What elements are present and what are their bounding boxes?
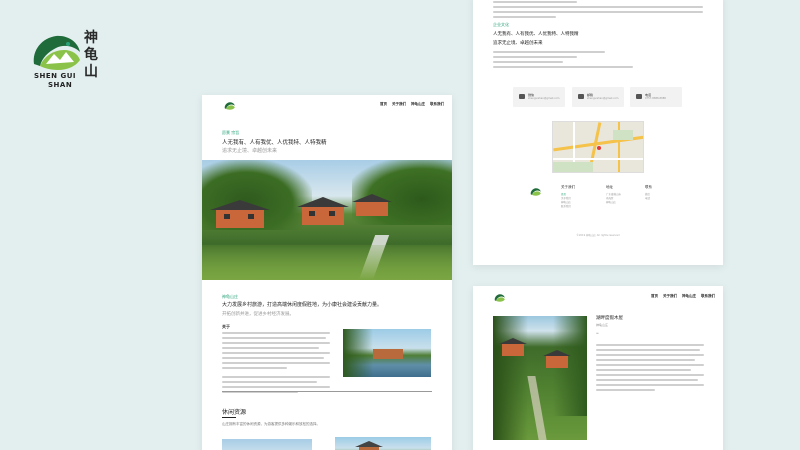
- detail-title: 湖畔度假木屋: [596, 316, 623, 321]
- leisure-photo-1: [222, 439, 312, 450]
- vision-headline: 人无我有、人有我优、人优我特、人特我精: [222, 140, 327, 146]
- footer-col-address: 地址 广东省佛山市 南海区 神龟山庄: [606, 185, 622, 204]
- leisure-photo-2: [335, 437, 431, 450]
- hero-photo: [202, 160, 452, 280]
- nav-contact[interactable]: 联系我们: [701, 294, 715, 299]
- contact-card-phone[interactable]: 电话 0757-8888-8888: [630, 87, 682, 107]
- nav-about[interactable]: 关于我们: [392, 102, 406, 107]
- detail-quote-icon: ❝: [596, 332, 599, 338]
- culture-headline-2: 追求无止境、卓越创未来: [493, 41, 543, 46]
- logo-text-line1: SHEN GUI: [34, 72, 77, 80]
- logo-mark-icon: [33, 35, 80, 70]
- contact-card-mail[interactable]: 邮箱 shenguishan@gmail.com: [572, 87, 624, 107]
- mini-logo-icon: [494, 294, 505, 302]
- homepage-mockup: 首页 关于我们 神龟山庄 联系我们 愿景 宗旨 人无我有、人有我优、人优我特、人…: [202, 95, 452, 450]
- nav-home[interactable]: 首页: [380, 102, 387, 107]
- culture-text-block: [493, 51, 633, 71]
- top-nav: 首页 关于我们 神龟山庄 联系我们: [380, 102, 444, 107]
- top-nav: 首页 关于我们 神龟山庄 联系我们: [651, 294, 715, 299]
- detail-text-block: [596, 344, 704, 394]
- intro-text-block: [493, 1, 703, 21]
- detail-subtitle: 神龟山庄: [596, 323, 609, 327]
- cabin-detail-mockup: 首页 关于我们 神龟山庄 联系我们 湖畔度假木屋 神龟山庄 ❝: [473, 286, 723, 450]
- logo-text-line2: SHAN: [48, 81, 73, 89]
- cabin-1: [210, 200, 270, 228]
- phone-icon: [636, 94, 642, 99]
- nav-contact[interactable]: 联系我们: [430, 102, 444, 107]
- map-pin-icon: [597, 146, 601, 150]
- about-text-block: [222, 332, 330, 396]
- resort-headline: 大力发展乡村旅游，打造高端休闲度假胜地，为小康社会建设贡献力量。: [222, 302, 383, 308]
- brand-logo[interactable]: 神龟山 SHEN GUI SHAN: [22, 26, 112, 96]
- contact-card-chat[interactable]: 微信 shenguishan@gmail.com: [513, 87, 565, 107]
- location-map[interactable]: [552, 121, 644, 173]
- footer-logo-icon: [530, 188, 541, 196]
- footer-col-about: 关于我们 首页 关于我们 神龟山庄 联系我们: [561, 185, 575, 208]
- lake-cabin-photo: [343, 329, 431, 377]
- nav-home[interactable]: 首页: [651, 294, 658, 299]
- nav-resort[interactable]: 神龟山庄: [682, 294, 696, 299]
- leisure-desc: 山庄拥有丰富的休闲资源，为游客提供多种娱乐和放松的选择。: [222, 422, 320, 426]
- logo-chinese: 神龟山: [84, 30, 98, 80]
- mini-logo-icon: [224, 102, 235, 110]
- nav-about[interactable]: 关于我们: [663, 294, 677, 299]
- culture-headline-1: 人无我有、人有我优、人优我特、人特我精: [493, 32, 579, 37]
- culture-contact-mockup: 企业文化 人无我有、人有我优、人优我特、人特我精 追求无止境、卓越创未来 微信 …: [473, 0, 723, 265]
- leisure-title: 休闲资源: [222, 409, 247, 416]
- chat-icon: [519, 94, 525, 99]
- cabin-2: [297, 197, 349, 225]
- mail-icon: [578, 94, 584, 99]
- culture-eyebrow: 企业文化: [493, 22, 509, 27]
- footer-col-contact: 联系 微信 电话: [645, 185, 652, 200]
- vision-eyebrow: 愿景 宗旨: [222, 130, 240, 135]
- nav-resort[interactable]: 神龟山庄: [411, 102, 425, 107]
- about-label: 关于: [222, 324, 230, 329]
- cabin-detail-photo: [493, 316, 587, 440]
- copyright: ©2019 神龟山庄 All rights reserved: [576, 234, 620, 237]
- cabin-3: [352, 194, 392, 216]
- vision-subline: 追求无止境、卓越创未来: [222, 148, 278, 154]
- resort-subline: 开拓创新并进，促进乡村经济发展。: [222, 312, 294, 317]
- resort-eyebrow: 神龟山庄: [222, 294, 238, 299]
